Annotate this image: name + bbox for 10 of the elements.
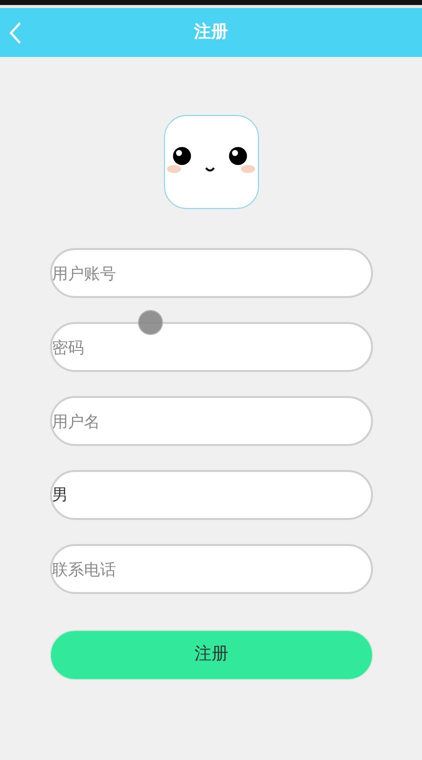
input-field[interactable]: 用户名 <box>50 396 373 446</box>
input-field[interactable]: 用户账号 <box>50 248 373 298</box>
register-button[interactable]: 注册 <box>50 630 373 680</box>
input-field[interactable]: 密码 <box>50 322 373 372</box>
input-field[interactable]: 联系电话 <box>50 544 373 594</box>
avatar-face-icon <box>164 115 258 209</box>
back-icon <box>8 21 22 45</box>
touch-indicator <box>138 310 163 335</box>
input-field[interactable]: 男 <box>50 470 373 520</box>
page-title: 注册 <box>194 20 228 44</box>
